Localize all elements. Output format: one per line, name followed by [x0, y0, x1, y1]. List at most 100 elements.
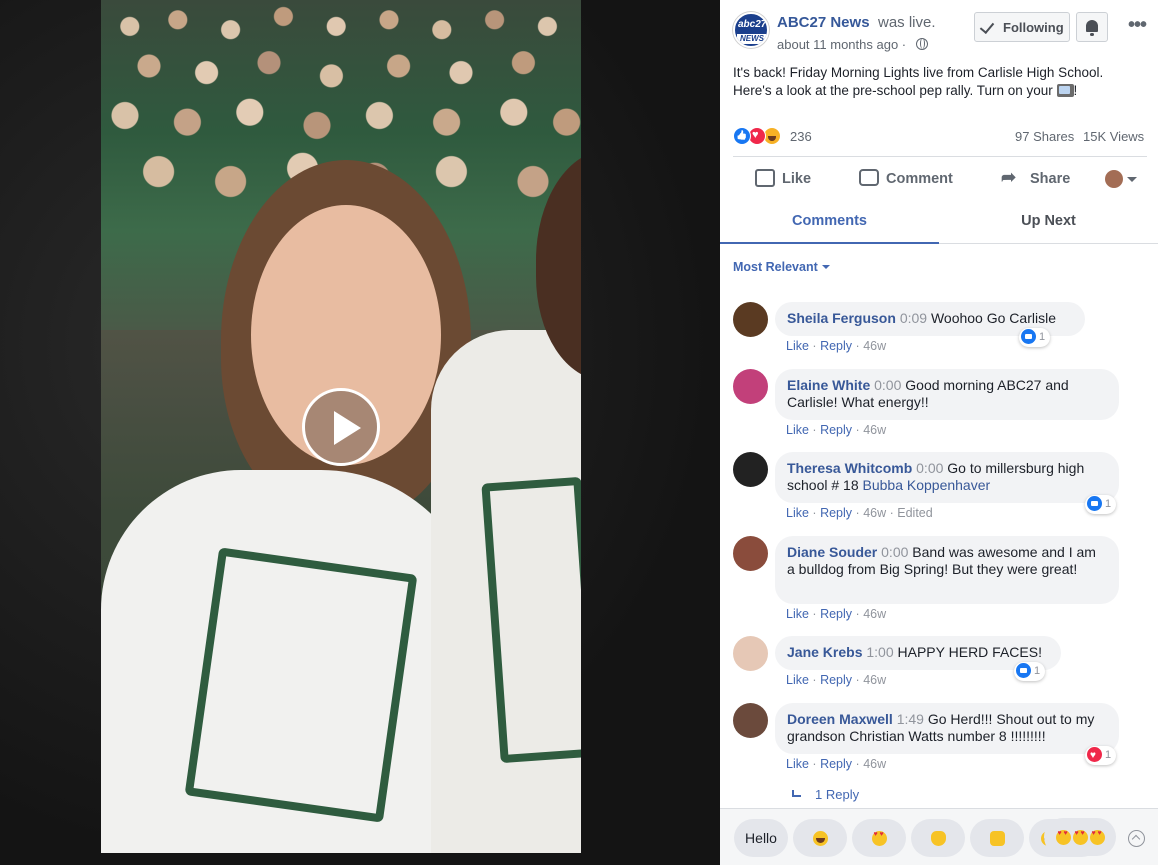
commenter-avatar[interactable] — [733, 636, 768, 671]
comment-like-link[interactable]: Like — [786, 607, 809, 621]
separator: · — [889, 506, 894, 520]
commenter-name[interactable]: Elaine White — [787, 377, 870, 393]
comment-like-link[interactable]: Like — [786, 423, 809, 437]
post-actions: Like Comment ➦ Share — [733, 160, 1147, 198]
comment-reaction-badge[interactable]: 1 — [1085, 746, 1117, 765]
post-text: It's back! Friday Morning Lights live fr… — [733, 64, 1143, 100]
chevron-up-icon[interactable] — [1128, 830, 1145, 847]
quick-reply-triple-heart-eyes[interactable] — [1044, 818, 1116, 856]
reply-arrow-icon — [792, 790, 801, 797]
separator: · — [855, 757, 860, 771]
commenter-name[interactable]: Sheila Ferguson — [787, 310, 896, 326]
tab-bar: Comments Up Next — [720, 200, 1158, 244]
mention-link[interactable]: Bubba Koppenhaver — [863, 477, 991, 493]
comment-like-link[interactable]: Like — [786, 757, 809, 771]
comment-timecode[interactable]: 0:00 — [916, 460, 943, 476]
comment-age[interactable]: 46w — [863, 607, 886, 621]
comment-reply-link[interactable]: Reply — [820, 506, 852, 520]
comment-bubble: Elaine White 0:00 Good morning ABC27 and… — [775, 369, 1119, 420]
waving-hand-emoji-icon — [930, 831, 946, 846]
edited-label[interactable]: Edited — [897, 506, 932, 520]
comment-actions: Like · Reply · 46w — [786, 339, 886, 353]
commenter-avatar[interactable] — [733, 452, 768, 487]
logo-text-bottom: NEWS — [737, 34, 767, 44]
like-reaction-icon — [1021, 329, 1036, 344]
comment-age[interactable]: 46w — [863, 339, 886, 353]
comment-reply-link[interactable]: Reply — [820, 757, 852, 771]
comment-timecode[interactable]: 1:00 — [866, 644, 893, 660]
tab-up-next[interactable]: Up Next — [939, 200, 1158, 244]
comment-like-link[interactable]: Like — [786, 339, 809, 353]
video-player[interactable] — [0, 0, 720, 865]
laughing-emoji-icon — [812, 831, 828, 846]
quick-reply-haha[interactable] — [793, 819, 847, 857]
commenter-name[interactable]: Diane Souder — [787, 544, 877, 560]
like-reaction-icon[interactable] — [733, 127, 751, 145]
reaction-count: 1 — [1105, 498, 1112, 510]
bell-icon — [1086, 20, 1098, 32]
more-options-icon[interactable]: ••• — [1122, 14, 1152, 40]
was-live-text: was live. — [878, 14, 936, 31]
views-count: 15K Views — [1083, 129, 1145, 144]
commenter-avatar[interactable] — [733, 703, 768, 738]
comment-age[interactable]: 46w — [863, 757, 886, 771]
chevron-down-icon — [821, 265, 830, 269]
chevron-down-icon[interactable] — [1127, 177, 1137, 182]
view-replies-link[interactable]: 1 Reply — [792, 787, 859, 802]
comment-reply-link[interactable]: Reply — [820, 423, 852, 437]
shares-count[interactable]: 97 Shares — [1015, 129, 1074, 144]
comment-like-link[interactable]: Like — [786, 506, 809, 520]
comment-timecode[interactable]: 0:09 — [900, 310, 927, 326]
comment-reaction-badge[interactable]: 1 — [1019, 328, 1051, 347]
comment-actions: Like · Reply · 46w — [786, 673, 886, 687]
comment-button[interactable]: Comment — [859, 160, 969, 198]
commenter-name[interactable]: Doreen Maxwell — [787, 711, 893, 727]
comment-reply-link[interactable]: Reply — [820, 607, 852, 621]
share-label: Share — [1030, 171, 1071, 187]
share-button[interactable]: ➦ Share — [1001, 160, 1091, 198]
share-icon: ➦ — [1001, 167, 1017, 187]
separator: · — [812, 673, 817, 687]
comment-timecode[interactable]: 0:00 — [874, 377, 901, 393]
comment-reply-link[interactable]: Reply — [820, 673, 852, 687]
comment-timecode[interactable]: 1:49 — [897, 711, 924, 727]
quick-reply-wave[interactable] — [911, 819, 965, 857]
commenter-name[interactable]: Theresa Whitcomb — [787, 460, 912, 476]
quick-reply-heart-eyes[interactable] — [852, 819, 906, 857]
divider — [733, 156, 1147, 157]
comment-label: Comment — [886, 171, 953, 187]
comment-timecode[interactable]: 0:00 — [881, 544, 908, 560]
quick-reply-thumbs-up[interactable] — [970, 819, 1024, 857]
notifications-button[interactable] — [1076, 12, 1108, 42]
comment-reaction-badge[interactable]: 1 — [1014, 662, 1046, 681]
reaction-count[interactable]: 236 — [790, 129, 812, 144]
quick-reply-hello[interactable]: Hello — [734, 819, 788, 857]
post-timestamp[interactable]: about 11 months ago · — [777, 37, 906, 52]
commenter-name[interactable]: Jane Krebs — [787, 644, 862, 660]
commenter-avatar[interactable] — [733, 369, 768, 404]
comment-age[interactable]: 46w — [863, 423, 886, 437]
comment-age[interactable]: 46w — [863, 506, 886, 520]
tab-comments[interactable]: Comments — [720, 200, 939, 244]
comment-like-link[interactable]: Like — [786, 673, 809, 687]
separator: · — [855, 673, 860, 687]
commenter-avatar[interactable] — [733, 536, 768, 571]
comment-reaction-badge[interactable]: 1 — [1085, 495, 1117, 514]
comment-bubble: Diane Souder 0:00 Band was awesome and I… — [775, 536, 1119, 604]
reaction-summary: 236 97 Shares 15K Views — [733, 126, 1147, 148]
share-as-avatar[interactable] — [1105, 170, 1123, 188]
comment-age[interactable]: 46w — [863, 673, 886, 687]
comment-text: HAPPY HERD FACES! — [897, 644, 1042, 660]
comment-reply-link[interactable]: Reply — [820, 339, 852, 353]
thumbs-up-emoji-icon — [989, 831, 1005, 846]
separator: · — [812, 423, 817, 437]
sort-dropdown[interactable]: Most Relevant — [733, 260, 830, 274]
following-button[interactable]: Following — [974, 12, 1070, 42]
page-name-link[interactable]: ABC27 News — [777, 14, 870, 31]
commenter-avatar[interactable] — [733, 302, 768, 337]
reaction-count: 1 — [1105, 749, 1112, 761]
play-button[interactable] — [302, 388, 380, 466]
like-button[interactable]: Like — [755, 160, 835, 198]
page-avatar[interactable]: abc27 NEWS — [733, 12, 769, 48]
post-panel: abc27 NEWS ABC27 News was live. about 11… — [720, 0, 1158, 865]
